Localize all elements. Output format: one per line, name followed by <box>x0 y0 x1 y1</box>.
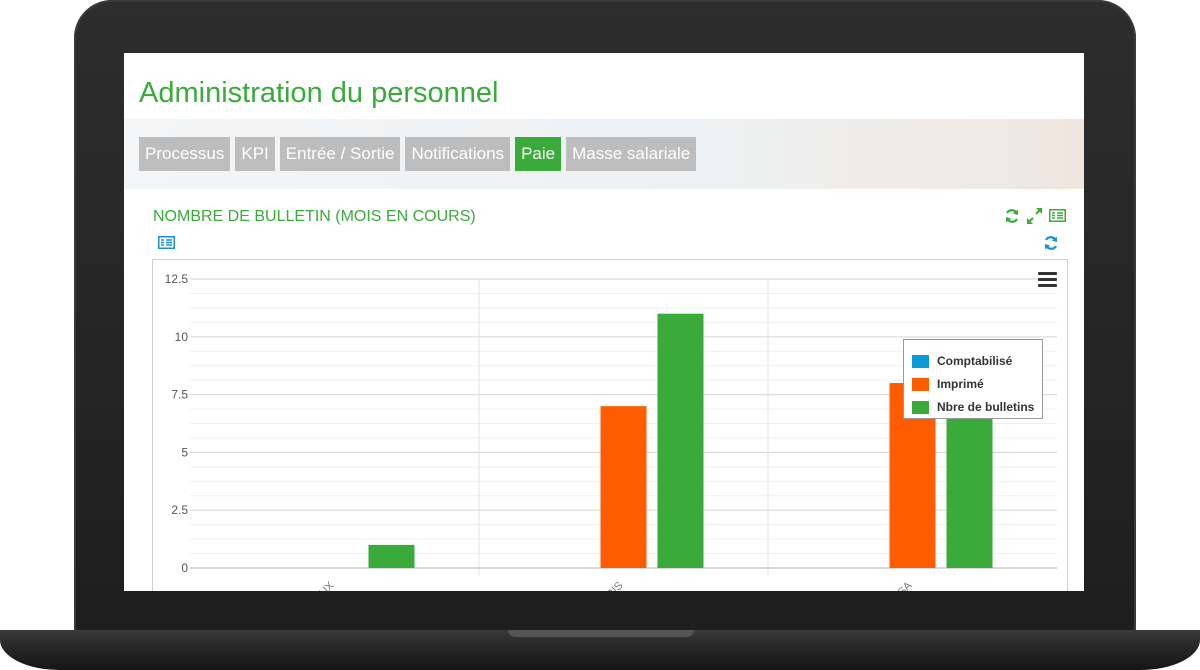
page-title: Administration du personnel <box>139 77 499 109</box>
x-tick-label: …SA <box>888 579 915 591</box>
tab-bar: Processus KPI Entrée / Sortie Notificati… <box>124 119 1084 189</box>
chart-panel: NOMBRE DE BULLETIN (MOIS EN COURS) 0 2.5 5… <box>139 189 1084 591</box>
y-tick-label: 5 <box>181 445 188 459</box>
table-view-icon[interactable] <box>1049 209 1066 227</box>
app-screen: Administration du personnel Processus KP… <box>124 53 1084 591</box>
chart-legend: Comptabilisé Imprimé Nbre de bulletins <box>903 339 1043 419</box>
bar <box>368 544 415 568</box>
tab-notifications[interactable]: Notifications <box>405 137 511 171</box>
tab-paie[interactable]: Paie <box>515 137 562 171</box>
tab-entree-sortie[interactable]: Entrée / Sortie <box>279 137 401 171</box>
refresh-icon[interactable] <box>1004 208 1020 229</box>
y-tick-label: 12.5 <box>165 272 189 286</box>
legend-swatch <box>912 377 929 391</box>
tab-processus[interactable]: Processus <box>139 137 231 171</box>
tab-masse-salariale[interactable]: Masse salariale <box>566 137 697 171</box>
bar <box>600 406 647 568</box>
legend-item[interactable]: Nbre de bulletins <box>912 399 1034 415</box>
menu-icon[interactable] <box>1038 272 1057 290</box>
legend-label: Nbre de bulletins <box>937 400 1035 414</box>
legend-swatch <box>912 400 929 414</box>
chart-area: 0 2.5 5 7.5 10 12.5 …UX …RIS …SA Comptabilisé Im… <box>152 259 1068 591</box>
y-tick-label: 0 <box>181 561 188 575</box>
panel-title: NOMBRE DE BULLETIN (MOIS EN COURS) <box>153 208 476 225</box>
legend-item[interactable]: Imprimé <box>912 376 984 392</box>
laptop-notch <box>508 630 694 637</box>
y-tick-label: 10 <box>175 330 189 344</box>
legend-label: Comptabilisé <box>937 354 1013 368</box>
bar <box>657 313 704 568</box>
x-tick-label: …UX <box>310 579 338 591</box>
legend-swatch <box>912 354 929 368</box>
tabs: Processus KPI Entrée / Sortie Notificati… <box>139 137 697 171</box>
legend-item[interactable]: Comptabilisé <box>912 353 1012 369</box>
bar-chart: 0 2.5 5 7.5 10 12.5 …UX …RIS …SA <box>165 272 1057 591</box>
table-view-icon[interactable] <box>158 236 175 254</box>
y-tick-label: 2.5 <box>171 503 188 517</box>
y-tick-label: 7.5 <box>171 388 188 402</box>
refresh-icon[interactable] <box>1043 235 1059 256</box>
expand-icon[interactable] <box>1026 208 1043 229</box>
legend-label: Imprimé <box>937 377 984 391</box>
x-tick-label: …RIS <box>596 580 625 591</box>
tab-kpi[interactable]: KPI <box>235 137 275 171</box>
